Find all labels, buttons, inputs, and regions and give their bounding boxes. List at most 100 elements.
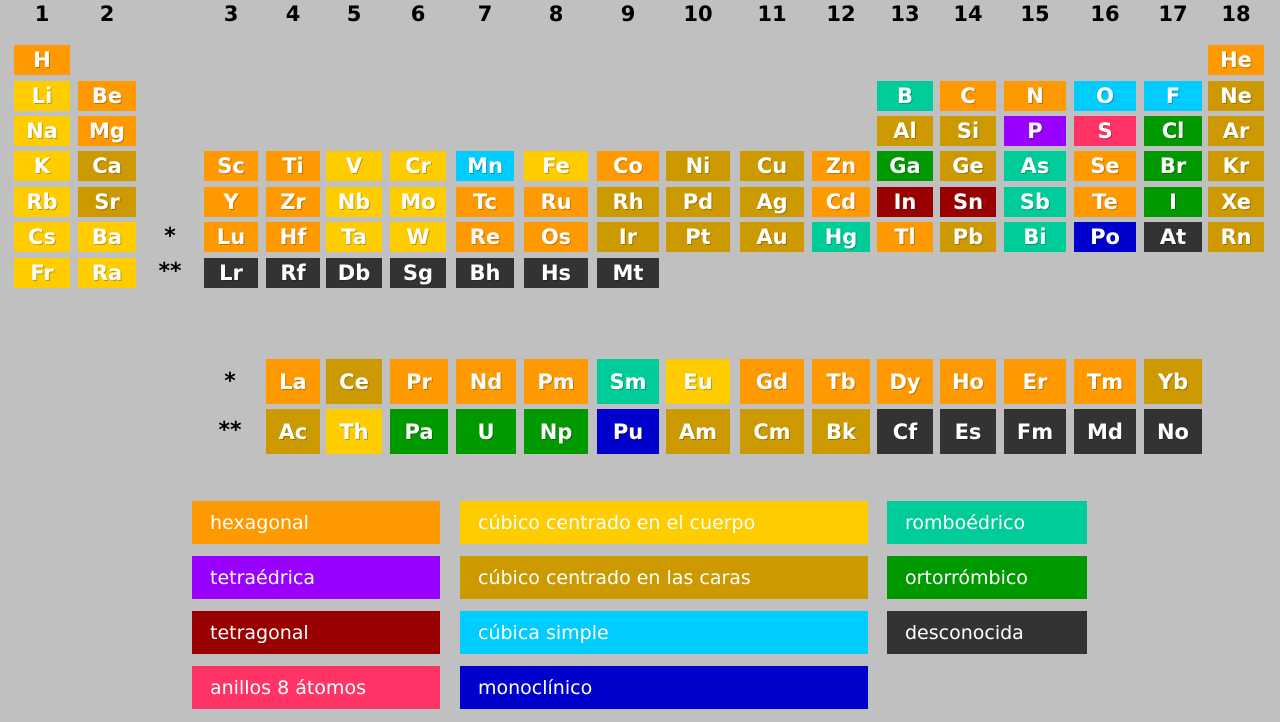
element-cell-no[interactable]: No	[1144, 409, 1202, 454]
element-cell-pm[interactable]: Pm	[524, 359, 588, 404]
element-cell-fm[interactable]: Fm	[1004, 409, 1066, 454]
element-cell-mn[interactable]: Mn	[456, 151, 514, 181]
element-cell-ce[interactable]: Ce	[326, 359, 382, 404]
element-cell-eu[interactable]: Eu	[666, 359, 730, 404]
element-cell-yb[interactable]: Yb	[1144, 359, 1202, 404]
element-cell-se[interactable]: Se	[1074, 151, 1136, 181]
element-cell-cm[interactable]: Cm	[740, 409, 804, 454]
element-cell-sc[interactable]: Sc	[204, 151, 258, 181]
element-cell-zn[interactable]: Zn	[812, 151, 870, 181]
element-cell-mg[interactable]: Mg	[78, 116, 136, 146]
element-cell-co[interactable]: Co	[597, 151, 659, 181]
element-cell-gd[interactable]: Gd	[740, 359, 804, 404]
element-cell-bi[interactable]: Bi	[1004, 222, 1066, 252]
element-cell-rb[interactable]: Rb	[14, 187, 70, 217]
element-cell-c[interactable]: C	[940, 81, 996, 111]
element-cell-ir[interactable]: Ir	[597, 222, 659, 252]
element-cell-al[interactable]: Al	[877, 116, 933, 146]
element-cell-kr[interactable]: Kr	[1208, 151, 1264, 181]
element-cell-pu[interactable]: Pu	[597, 409, 659, 454]
element-cell-v[interactable]: V	[326, 151, 382, 181]
element-cell-tl[interactable]: Tl	[877, 222, 933, 252]
element-cell-h[interactable]: H	[14, 45, 70, 75]
element-cell-cu[interactable]: Cu	[740, 151, 804, 181]
element-cell-b[interactable]: B	[877, 81, 933, 111]
element-cell-ge[interactable]: Ge	[940, 151, 996, 181]
element-cell-lr[interactable]: Lr	[204, 258, 258, 288]
element-cell-si[interactable]: Si	[940, 116, 996, 146]
element-cell-es[interactable]: Es	[940, 409, 996, 454]
element-cell-sg[interactable]: Sg	[390, 258, 446, 288]
element-cell-tb[interactable]: Tb	[812, 359, 870, 404]
element-cell-ne[interactable]: Ne	[1208, 81, 1264, 111]
element-cell-os[interactable]: Os	[524, 222, 588, 252]
element-cell-fr[interactable]: Fr	[14, 258, 70, 288]
element-cell-re[interactable]: Re	[456, 222, 514, 252]
element-cell-rh[interactable]: Rh	[597, 187, 659, 217]
element-cell-sb[interactable]: Sb	[1004, 187, 1066, 217]
element-cell-as[interactable]: As	[1004, 151, 1066, 181]
element-cell-ca[interactable]: Ca	[78, 151, 136, 181]
element-cell-he[interactable]: He	[1208, 45, 1264, 75]
element-cell-dy[interactable]: Dy	[877, 359, 933, 404]
element-cell-at[interactable]: At	[1144, 222, 1202, 252]
element-cell-be[interactable]: Be	[78, 81, 136, 111]
element-cell-pb[interactable]: Pb	[940, 222, 996, 252]
element-cell-w[interactable]: W	[390, 222, 446, 252]
element-cell-mt[interactable]: Mt	[597, 258, 659, 288]
element-cell-zr[interactable]: Zr	[266, 187, 320, 217]
element-cell-f[interactable]: F	[1144, 81, 1202, 111]
element-cell-ti[interactable]: Ti	[266, 151, 320, 181]
element-cell-ru[interactable]: Ru	[524, 187, 588, 217]
element-cell-nb[interactable]: Nb	[326, 187, 382, 217]
element-cell-bh[interactable]: Bh	[456, 258, 514, 288]
element-cell-fe[interactable]: Fe	[524, 151, 588, 181]
element-cell-la[interactable]: La	[266, 359, 320, 404]
element-cell-th[interactable]: Th	[326, 409, 382, 454]
element-cell-y[interactable]: Y	[204, 187, 258, 217]
element-cell-tm[interactable]: Tm	[1074, 359, 1136, 404]
element-cell-cd[interactable]: Cd	[812, 187, 870, 217]
element-cell-hf[interactable]: Hf	[266, 222, 320, 252]
element-cell-cf[interactable]: Cf	[877, 409, 933, 454]
element-cell-p[interactable]: P	[1004, 116, 1066, 146]
element-cell-po[interactable]: Po	[1074, 222, 1136, 252]
element-cell-cs[interactable]: Cs	[14, 222, 70, 252]
element-cell-bk[interactable]: Bk	[812, 409, 870, 454]
element-cell-na[interactable]: Na	[14, 116, 70, 146]
element-cell-hg[interactable]: Hg	[812, 222, 870, 252]
element-cell-er[interactable]: Er	[1004, 359, 1066, 404]
element-cell-k[interactable]: K	[14, 151, 70, 181]
element-cell-rf[interactable]: Rf	[266, 258, 320, 288]
element-cell-hs[interactable]: Hs	[524, 258, 588, 288]
element-cell-pr[interactable]: Pr	[390, 359, 448, 404]
element-cell-md[interactable]: Md	[1074, 409, 1136, 454]
element-cell-sr[interactable]: Sr	[78, 187, 136, 217]
element-cell-u[interactable]: U	[456, 409, 516, 454]
element-cell-ga[interactable]: Ga	[877, 151, 933, 181]
element-cell-pt[interactable]: Pt	[666, 222, 730, 252]
element-cell-ra[interactable]: Ra	[78, 258, 136, 288]
element-cell-au[interactable]: Au	[740, 222, 804, 252]
element-cell-xe[interactable]: Xe	[1208, 187, 1264, 217]
element-cell-o[interactable]: O	[1074, 81, 1136, 111]
element-cell-tc[interactable]: Tc	[456, 187, 514, 217]
element-cell-rn[interactable]: Rn	[1208, 222, 1264, 252]
element-cell-sn[interactable]: Sn	[940, 187, 996, 217]
element-cell-ar[interactable]: Ar	[1208, 116, 1264, 146]
element-cell-i[interactable]: I	[1144, 187, 1202, 217]
element-cell-cr[interactable]: Cr	[390, 151, 446, 181]
element-cell-lu[interactable]: Lu	[204, 222, 258, 252]
element-cell-sm[interactable]: Sm	[597, 359, 659, 404]
element-cell-ho[interactable]: Ho	[940, 359, 996, 404]
element-cell-pd[interactable]: Pd	[666, 187, 730, 217]
element-cell-db[interactable]: Db	[326, 258, 382, 288]
element-cell-np[interactable]: Np	[524, 409, 588, 454]
element-cell-te[interactable]: Te	[1074, 187, 1136, 217]
element-cell-mo[interactable]: Mo	[390, 187, 446, 217]
element-cell-ta[interactable]: Ta	[326, 222, 382, 252]
element-cell-am[interactable]: Am	[666, 409, 730, 454]
element-cell-n[interactable]: N	[1004, 81, 1066, 111]
element-cell-ac[interactable]: Ac	[266, 409, 320, 454]
element-cell-ni[interactable]: Ni	[666, 151, 730, 181]
